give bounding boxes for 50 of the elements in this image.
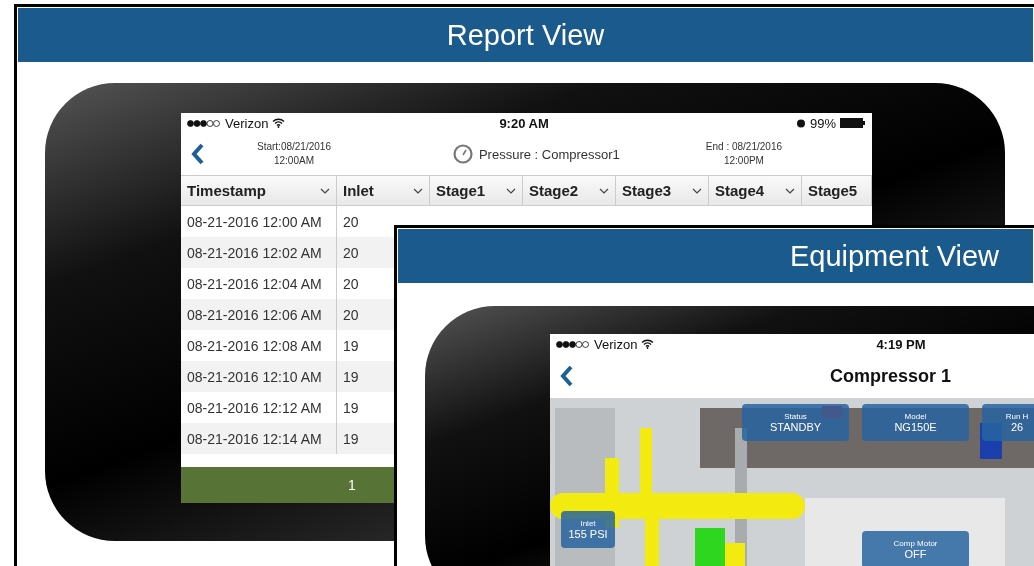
clock-time: 9:20 AM xyxy=(499,115,549,131)
battery-percent: 99% xyxy=(809,115,836,131)
chevron-down-icon[interactable] xyxy=(692,187,702,194)
table-cell-text: 20 xyxy=(342,274,360,294)
column-header[interactable]: Stage4 xyxy=(709,176,802,205)
table-cell-text: 19 xyxy=(342,336,360,356)
status-tile: Run H 26 xyxy=(982,404,1034,441)
wifi-icon xyxy=(641,339,655,349)
column-header[interactable]: Timestamp xyxy=(181,176,337,205)
chevron-down-icon[interactable] xyxy=(413,187,423,194)
status-tile: Status STANDBY xyxy=(742,404,849,441)
page-number[interactable]: 1 xyxy=(348,477,356,493)
start-date: Start:08/21/2016 xyxy=(257,140,331,154)
signal-strength-icon xyxy=(556,340,590,348)
battery-icon xyxy=(840,118,866,128)
table-cell-text: 19 xyxy=(342,367,360,387)
chevron-down-icon[interactable] xyxy=(506,187,516,194)
column-header[interactable]: Stage1 xyxy=(430,176,523,205)
column-header[interactable]: Stage3 xyxy=(616,176,709,205)
chevron-down-icon[interactable] xyxy=(785,187,795,194)
pressure-gauge-icon xyxy=(452,144,473,164)
report-title: Pressure : Compressor1 xyxy=(478,146,620,162)
wifi-icon xyxy=(272,118,286,128)
column-header[interactable]: Stage2 xyxy=(523,176,616,205)
clock-time: 4:19 PM xyxy=(876,336,926,352)
carrier-name: Verizon xyxy=(225,115,269,131)
table-cell-text: 20 xyxy=(342,305,360,325)
report-view-banner: Report View xyxy=(18,8,1033,62)
carrier-name: Verizon xyxy=(594,336,638,352)
back-chevron-icon[interactable] xyxy=(191,143,205,165)
signal-strength-icon xyxy=(187,119,221,127)
equipment-view-banner: Equipment View xyxy=(398,229,1033,283)
status-tile: Comp Motor OFF xyxy=(862,531,969,566)
table-cell: 08-21-2016 12:14 AM xyxy=(181,423,337,454)
end-date: End : 08/21/2016 xyxy=(705,140,783,154)
status-tile: Model NG150E xyxy=(862,404,969,441)
column-header[interactable]: Inlet xyxy=(337,176,430,205)
table-cell-text: 19 xyxy=(342,429,360,449)
table-cell-text: 20 xyxy=(342,243,360,263)
column-header[interactable]: Stage5 xyxy=(802,176,872,205)
start-time: 12:00AM xyxy=(273,154,314,168)
alarm-clock-icon xyxy=(795,118,806,128)
table-cell-text: 20 xyxy=(342,212,360,232)
status-tile: Inlet 155 PSI xyxy=(561,511,615,548)
chevron-down-icon[interactable] xyxy=(599,187,609,194)
back-chevron-icon[interactable] xyxy=(560,365,574,387)
chevron-down-icon[interactable] xyxy=(320,187,330,194)
equipment-title: Compressor 1 xyxy=(830,365,952,387)
end-time: 12:00PM xyxy=(723,154,764,168)
table-cell-text: 19 xyxy=(342,398,360,418)
